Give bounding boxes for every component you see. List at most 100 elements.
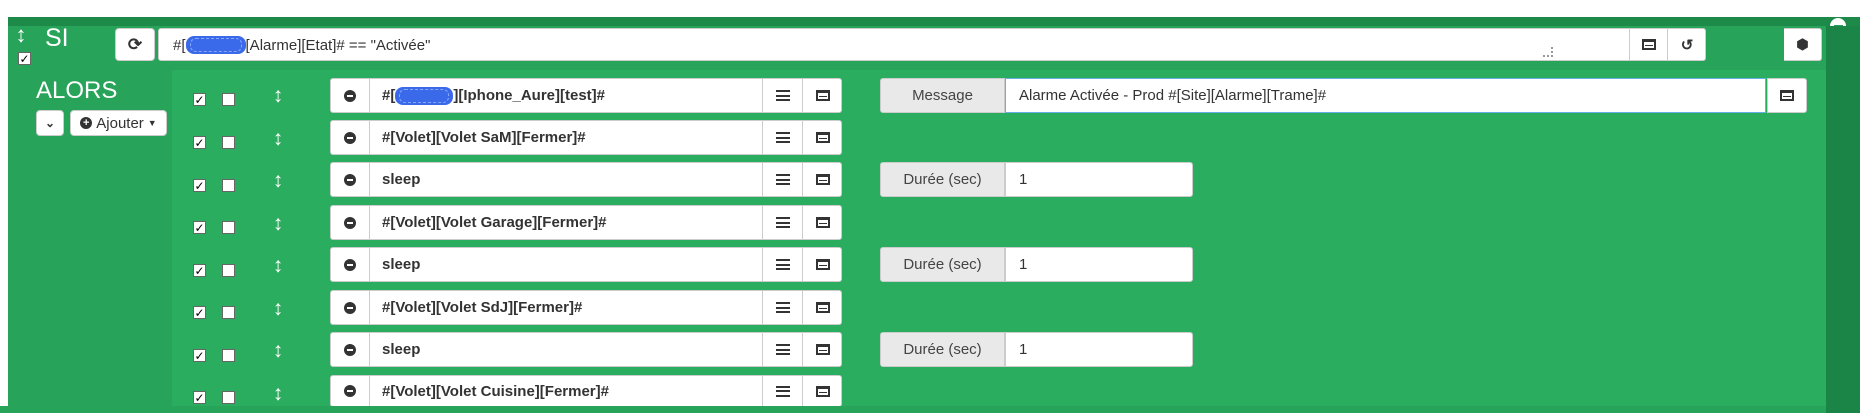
action-command-box[interactable]: #[Volet][Volet SaM][Fermer]#: [330, 120, 842, 155]
action-enable-checkbox[interactable]: ✓: [193, 349, 206, 362]
action-enable-checkbox[interactable]: ✓: [193, 391, 206, 404]
action-table-button[interactable]: [802, 333, 843, 366]
refresh-button[interactable]: ⟳: [115, 28, 155, 61]
alors-label: ALORS: [36, 77, 118, 104]
message-table-button[interactable]: [1767, 78, 1807, 113]
remove-action-button[interactable]: [331, 376, 370, 406]
duration-input[interactable]: 1: [1005, 247, 1193, 282]
action-enable-checkbox[interactable]: ✓: [193, 306, 206, 319]
param-label: Durée (sec): [880, 332, 1005, 367]
list-icon: [776, 174, 790, 185]
action-command-box[interactable]: sleep: [330, 162, 842, 197]
action-list-button[interactable]: [762, 248, 803, 281]
action-parallel-checkbox[interactable]: [222, 391, 235, 404]
condition-history-button[interactable]: ↺: [1667, 29, 1706, 60]
block-header-strip: [8, 17, 1860, 26]
drag-handle-icon[interactable]: ↕: [270, 84, 286, 108]
list-icon: [776, 385, 790, 397]
duration-input[interactable]: 1: [1005, 332, 1193, 367]
action-enable-checkbox[interactable]: ✓: [193, 93, 206, 106]
action-list-button[interactable]: [762, 376, 803, 406]
collapse-button[interactable]: ⌄: [36, 110, 64, 136]
table-icon: [816, 217, 830, 228]
action-table-button[interactable]: [802, 121, 843, 154]
drag-handle-icon[interactable]: ↕: [270, 212, 286, 236]
condition-table-button[interactable]: [1629, 29, 1668, 60]
drag-handle-icon[interactable]: ↕: [270, 254, 286, 278]
table-icon: [816, 132, 830, 143]
remove-action-button[interactable]: [331, 206, 370, 239]
remove-action-button[interactable]: [331, 291, 370, 324]
minus-circle-icon: [344, 343, 356, 356]
action-list-button[interactable]: [762, 163, 803, 196]
cube-button[interactable]: ⬢: [1784, 28, 1822, 61]
action-list-button[interactable]: [762, 333, 803, 366]
table-icon: [1642, 39, 1656, 50]
action-command-box[interactable]: #[][Iphone_Aure][test]#: [330, 78, 842, 113]
action-enable-checkbox[interactable]: ✓: [193, 221, 206, 234]
action-list-button[interactable]: [762, 291, 803, 324]
remove-action-button[interactable]: [331, 248, 370, 281]
resize-grip-icon[interactable]: [1543, 47, 1553, 57]
list-icon: [776, 344, 790, 355]
action-command-box[interactable]: #[Volet][Volet SdJ][Fermer]#: [330, 290, 842, 325]
remove-action-button[interactable]: [331, 121, 370, 154]
remove-action-button[interactable]: [331, 79, 370, 112]
drag-handle-icon[interactable]: ↕: [270, 382, 286, 406]
remove-action-button[interactable]: [331, 333, 370, 366]
action-list-button[interactable]: [762, 206, 803, 239]
action-parallel-checkbox[interactable]: [222, 179, 235, 192]
redacted-mask: [395, 86, 454, 105]
drag-handle-icon[interactable]: ↕: [270, 297, 286, 321]
drag-handle-icon[interactable]: ↕: [270, 127, 286, 151]
redacted-mask: [185, 36, 246, 54]
message-input[interactable]: Alarme Activée - Prod #[Site][Alarme][Tr…: [1005, 78, 1766, 113]
action-parallel-checkbox[interactable]: [222, 221, 235, 234]
action-table-button[interactable]: [802, 376, 843, 406]
action-table-button[interactable]: [802, 248, 843, 281]
action-table-button[interactable]: [802, 163, 843, 196]
drag-handle-icon[interactable]: ↕: [270, 339, 286, 363]
action-parallel-checkbox[interactable]: [222, 93, 235, 106]
action-table-button[interactable]: [802, 291, 843, 324]
action-list-button[interactable]: [762, 79, 803, 112]
action-command-box[interactable]: #[Volet][Volet Cuisine][Fermer]#: [330, 375, 842, 407]
action-command-box[interactable]: sleep: [330, 332, 842, 367]
action-parallel-checkbox[interactable]: [222, 136, 235, 149]
drag-handle-icon[interactable]: ↕: [270, 169, 286, 193]
action-command: sleep: [382, 341, 421, 358]
minus-circle-icon: [344, 173, 356, 186]
refresh-icon: ⟳: [127, 34, 143, 54]
si-enable-checkbox[interactable]: ✓: [18, 52, 31, 65]
action-enable-checkbox[interactable]: ✓: [193, 264, 206, 277]
add-action-button[interactable]: + Ajouter ▼: [70, 110, 167, 136]
action-command-box[interactable]: #[Volet][Volet Garage][Fermer]#: [330, 205, 842, 240]
chevron-down-icon: ⌄: [44, 116, 56, 130]
drag-handle-icon[interactable]: ↕: [13, 24, 29, 46]
action-parallel-checkbox[interactable]: [222, 264, 235, 277]
duration-input[interactable]: 1: [1005, 162, 1193, 197]
cube-icon: ⬢: [1796, 36, 1809, 52]
action-enable-checkbox[interactable]: ✓: [193, 136, 206, 149]
table-icon: [1780, 90, 1794, 101]
minus-circle-icon: [344, 385, 356, 397]
caret-down-icon: ▼: [147, 118, 157, 128]
action-command-box[interactable]: sleep: [330, 247, 842, 282]
action-enable-checkbox[interactable]: ✓: [193, 179, 206, 192]
param-label: Message: [880, 78, 1005, 113]
remove-action-button[interactable]: [331, 163, 370, 196]
right-edge: [1826, 26, 1860, 413]
action-parallel-checkbox[interactable]: [222, 306, 235, 319]
list-icon: [776, 132, 790, 143]
list-icon: [776, 217, 790, 228]
action-command: sleep: [382, 256, 421, 273]
action-list-button[interactable]: [762, 121, 803, 154]
action-command: #[Volet][Volet SdJ][Fermer]#: [382, 299, 583, 316]
action-parallel-checkbox[interactable]: [222, 349, 235, 362]
action-table-button[interactable]: [802, 206, 843, 239]
plus-circle-icon: +: [80, 117, 93, 129]
minus-circle-icon: [344, 258, 356, 271]
action-table-button[interactable]: [802, 79, 843, 112]
condition-input[interactable]: #[[Alarme][Etat]# == "Activée" ↺: [158, 28, 1706, 61]
table-icon: [816, 174, 830, 185]
